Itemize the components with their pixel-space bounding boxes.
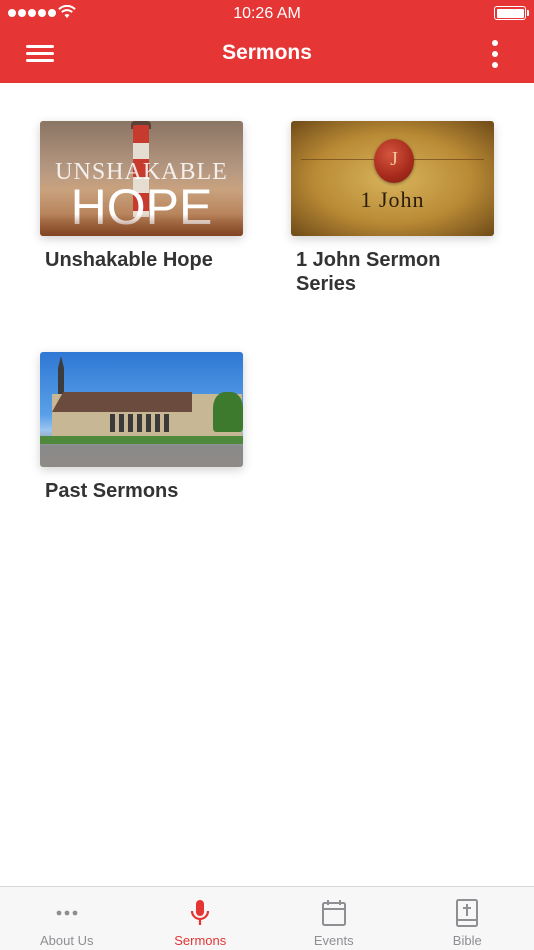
- seal-letter: J: [390, 148, 398, 170]
- sermon-title: Past Sermons: [45, 480, 179, 502]
- tab-label: Bible: [452, 933, 482, 948]
- battery-icon: [494, 6, 529, 20]
- microphone-icon: [191, 900, 210, 925]
- status-time: 10:26 AM: [233, 5, 301, 22]
- sermon-thumbnail: [40, 352, 243, 467]
- sermon-title: 1 John Sermon Series: [296, 249, 441, 295]
- tab-label: About Us: [40, 933, 94, 948]
- calendar-icon: [321, 900, 346, 926]
- tab-bible[interactable]: Bible: [401, 887, 534, 950]
- sermon-thumbnail: J 1 John: [291, 121, 494, 236]
- sermon-card-past-sermons[interactable]: Past Sermons: [40, 352, 250, 503]
- sermon-thumbnail: UNSHAKABLE HOPE: [40, 121, 243, 236]
- tab-about-us[interactable]: About Us: [0, 887, 134, 950]
- bible-icon: [456, 899, 479, 927]
- tab-sermons[interactable]: Sermons: [134, 887, 268, 950]
- tab-bar: About Us Sermons Events Bible: [0, 886, 534, 950]
- thumbnail-text: 1 John: [360, 187, 425, 212]
- more-dots-icon: [56, 910, 78, 916]
- more-vertical-icon[interactable]: [490, 40, 500, 68]
- app-header: 10:26 AM Sermons: [0, 0, 534, 83]
- tab-label: Events: [313, 933, 354, 948]
- tab-events[interactable]: Events: [267, 887, 401, 950]
- wax-seal-image: J: [374, 139, 414, 183]
- tab-label: Sermons: [174, 933, 227, 948]
- page-title: Sermons: [222, 41, 312, 64]
- status-bar: 10:26 AM: [0, 0, 534, 28]
- sermon-title: Unshakable Hope: [45, 249, 213, 271]
- sermon-card-unshakable-hope[interactable]: UNSHAKABLE HOPE Unshakable Hope: [40, 121, 250, 272]
- sermon-card-1-john[interactable]: J 1 John 1 John Sermon Series: [291, 121, 501, 296]
